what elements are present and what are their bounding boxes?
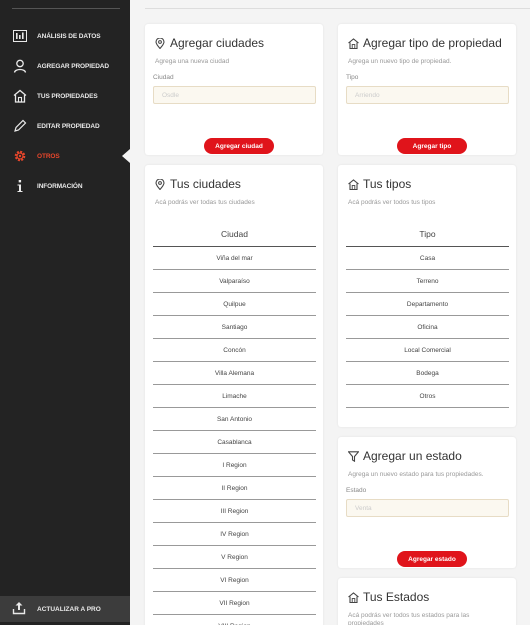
add-type-button[interactable]: Agregar tipo (397, 138, 467, 154)
map-pin-icon (155, 37, 166, 49)
add-state-button[interactable]: Agregar estado (397, 551, 467, 567)
user-icon (12, 58, 28, 74)
sidebar: ANÁLISIS DE DATOS AGREGAR PROPIEDAD TUS … (0, 0, 130, 625)
card-title-text: Tus Estados (363, 590, 430, 604)
home-icon (348, 37, 359, 49)
sidebar-item-label: AGREGAR PROPIEDAD (37, 62, 109, 70)
table-row: Viña del mar (153, 247, 316, 270)
card-subtitle: Agrega un nuevo estado para tus propieda… (348, 471, 484, 478)
cities-table: Ciudad Viña del mar Valparaíso Quilpue Sant… (153, 221, 316, 625)
sidebar-item-label: OTROS (37, 152, 60, 160)
gear-icon (12, 148, 28, 164)
types-card: Tus tipos Acá podrás ver todos tus tipos… (338, 165, 516, 427)
card-subtitle: Acá podrás ver todos tus tipos (348, 199, 436, 206)
card-title-text: Tus ciudades (170, 177, 241, 191)
table-row: Otros (346, 385, 509, 408)
table-row: VIII Region (153, 615, 316, 625)
sidebar-item-label: ANÁLISIS DE DATOS (37, 32, 101, 40)
card-title: Tus ciudades (155, 177, 241, 191)
sidebar-item-otros[interactable]: OTROS (0, 141, 130, 171)
analytics-icon (12, 28, 28, 44)
header-divider (145, 8, 530, 9)
state-field-label: Estado (346, 487, 367, 494)
card-title: Agregar un estado (348, 449, 462, 463)
table-row: Quilpue (153, 293, 316, 316)
upgrade-label: ACTUALIZAR A PRO (37, 605, 101, 613)
info-icon (12, 178, 28, 194)
home-icon (348, 178, 359, 190)
table-row: V Region (153, 546, 316, 569)
table-row: Casa (346, 247, 509, 270)
card-title-text: Tus tipos (363, 177, 412, 191)
table-row: Limache (153, 385, 316, 408)
table-row: Concón (153, 339, 316, 362)
sidebar-item-label: TUS PROPIEDADES (37, 92, 98, 100)
table-row: Casablanca (153, 431, 316, 454)
table-row: II Region (153, 477, 316, 500)
home-icon (12, 88, 28, 104)
table-row: VI Region (153, 569, 316, 592)
active-indicator (122, 149, 130, 163)
card-title: Agregar ciudades (155, 36, 264, 50)
table-row: Bodega (346, 362, 509, 385)
table-row: Valparaíso (153, 270, 316, 293)
sidebar-item-analisis[interactable]: ANÁLISIS DE DATOS (0, 21, 130, 51)
table-row: Local Comercial (346, 339, 509, 362)
city-field-label: Ciudad (153, 74, 174, 81)
table-row: Villa Alemana (153, 362, 316, 385)
sidebar-item-informacion[interactable]: INFORMACIÓN (0, 171, 130, 201)
type-field-label: Tipo (346, 74, 359, 81)
upload-icon (12, 601, 28, 617)
filter-icon (348, 450, 359, 462)
card-title: Agregar tipo de propiedad (348, 36, 502, 50)
table-row: Terreno (346, 270, 509, 293)
table-row: San Antonio (153, 408, 316, 431)
table-row: IV Region (153, 523, 316, 546)
sidebar-item-label: INFORMACIÓN (37, 182, 83, 190)
card-subtitle: Acá podrás ver todos tus estados para la… (348, 612, 470, 625)
upgrade-to-pro-button[interactable]: ACTUALIZAR A PRO (0, 596, 130, 622)
cities-card: Tus ciudades Acá podrás ver todas tus ci… (145, 165, 323, 625)
sidebar-item-agregar-propiedad[interactable]: AGREGAR PROPIEDAD (0, 51, 130, 81)
states-card: Tus Estados Acá podrás ver todos tus est… (338, 578, 516, 625)
table-row: I Region (153, 454, 316, 477)
add-state-card: Agregar un estado Agrega un nuevo estado… (338, 437, 516, 568)
sidebar-item-editar-propiedad[interactable]: EDITAR PROPIEDAD (0, 111, 130, 141)
add-city-button[interactable]: Agregar ciudad (204, 138, 274, 154)
card-title: Tus tipos (348, 177, 411, 191)
card-title: Tus Estados (348, 590, 429, 604)
card-subtitle: Acá podrás ver todas tus ciudades (155, 199, 255, 206)
city-input[interactable]: Osdle (153, 86, 316, 104)
sidebar-item-label: EDITAR PROPIEDAD (37, 122, 100, 130)
sidebar-divider (12, 8, 120, 9)
table-header: Tipo (346, 221, 509, 247)
pencil-icon (12, 118, 28, 134)
table-row: Departamento (346, 293, 509, 316)
card-title-text: Agregar ciudades (170, 36, 265, 50)
card-subtitle: Agrega una nueva ciudad (155, 58, 230, 65)
card-title-text: Agregar tipo de propiedad (363, 36, 502, 50)
add-type-card: Agregar tipo de propiedad Agrega un nuev… (338, 24, 516, 155)
state-input[interactable]: Venta (346, 499, 509, 517)
types-table: Tipo Casa Terreno Departamento Oficina Local… (346, 221, 509, 408)
table-row: VII Region (153, 592, 316, 615)
card-subtitle: Agrega un nuevo tipo de propiedad. (348, 58, 452, 65)
table-row: Santiago (153, 316, 316, 339)
map-pin-icon (155, 178, 166, 190)
card-title-text: Agregar un estado (363, 449, 462, 463)
type-input[interactable]: Arriendo (346, 86, 509, 104)
table-header: Ciudad (153, 221, 316, 247)
home-icon (348, 591, 359, 603)
table-row: Oficina (346, 316, 509, 339)
sidebar-item-tus-propiedades[interactable]: TUS PROPIEDADES (0, 81, 130, 111)
add-city-card: Agregar ciudades Agrega una nueva ciudad… (145, 24, 323, 155)
table-row: III Region (153, 500, 316, 523)
